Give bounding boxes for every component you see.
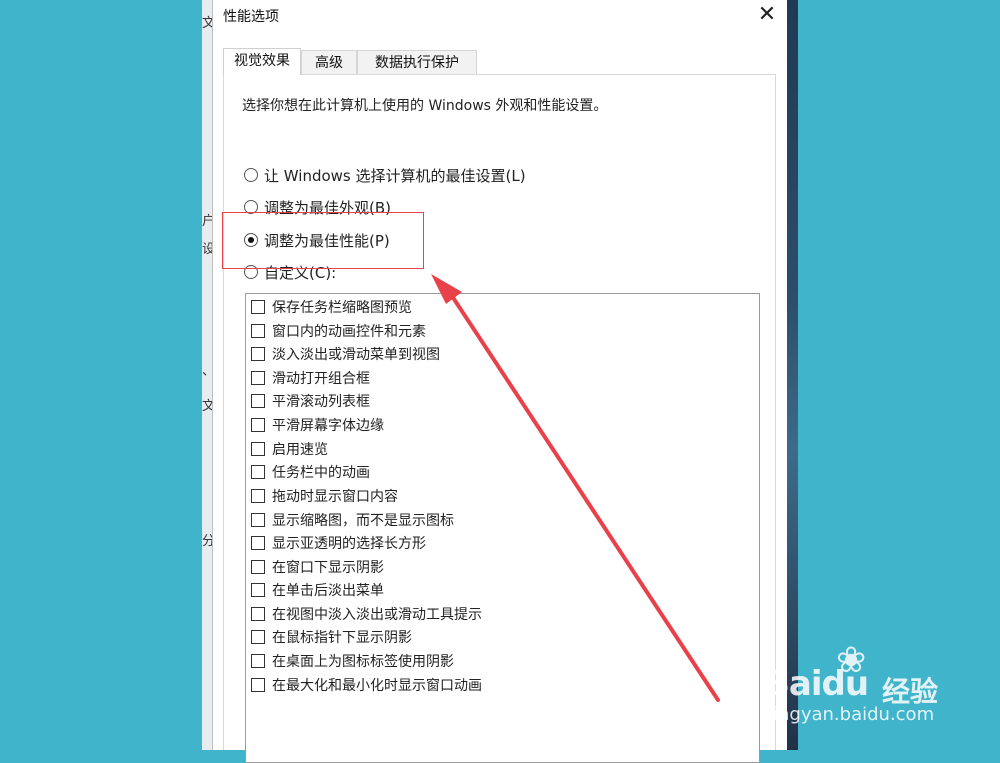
checkbox-label: 在鼠标指针下显示阴影 xyxy=(272,630,412,646)
radio-button-icon[interactable] xyxy=(244,265,258,279)
checkbox-icon[interactable] xyxy=(251,678,265,692)
baidu-jingyan-watermark: ❀ Baidu 经验 jingyan.baidu.com xyxy=(764,640,964,730)
checkbox-icon[interactable] xyxy=(251,394,265,408)
checkbox-icon[interactable] xyxy=(251,630,265,644)
checkbox-label: 显示亚透明的选择长方形 xyxy=(272,536,426,552)
checkbox-label: 滑动打开组合框 xyxy=(272,371,370,387)
checkbox-icon[interactable] xyxy=(251,324,265,338)
checkbox-label: 显示缩略图，而不是显示图标 xyxy=(272,513,454,529)
list-item[interactable]: 显示缩略图，而不是显示图标 xyxy=(251,510,454,530)
list-item[interactable]: 在视图中淡入淡出或滑动工具提示 xyxy=(251,604,482,624)
background-desktop-strip xyxy=(786,0,798,750)
list-item[interactable]: 窗口内的动画控件和元素 xyxy=(251,321,426,341)
checkbox-label: 保存任务栏缩略图预览 xyxy=(272,300,412,316)
checkbox-label: 淡入淡出或滑动菜单到视图 xyxy=(272,347,440,363)
panel-description: 选择你想在此计算机上使用的 Windows 外观和性能设置。 xyxy=(242,98,608,114)
checkbox-label: 平滑滚动列表框 xyxy=(272,394,370,410)
checkbox-icon[interactable] xyxy=(251,418,265,432)
radio-best-appearance[interactable]: 调整为最佳外观(B) xyxy=(244,196,391,218)
checkbox-icon[interactable] xyxy=(251,300,265,314)
list-item[interactable]: 在单击后淡出菜单 xyxy=(251,580,384,600)
radio-button-icon[interactable] xyxy=(244,168,258,182)
checkbox-label: 窗口内的动画控件和元素 xyxy=(272,324,426,340)
dialog-title: 性能选项 xyxy=(223,9,279,25)
checkbox-label: 在桌面上为图标标签使用阴影 xyxy=(272,654,454,670)
checkbox-icon[interactable] xyxy=(251,347,265,361)
list-item[interactable]: 滑动打开组合框 xyxy=(251,368,370,388)
checkbox-label: 在单击后淡出菜单 xyxy=(272,583,384,599)
watermark-brand: Baidu xyxy=(764,664,869,704)
close-icon[interactable]: ✕ xyxy=(753,2,781,28)
checkbox-label: 拖动时显示窗口内容 xyxy=(272,489,398,505)
checkbox-label: 启用速览 xyxy=(272,442,328,458)
list-item[interactable]: 在鼠标指针下显示阴影 xyxy=(251,627,412,647)
radio-let-windows-choose[interactable]: 让 Windows 选择计算机的最佳设置(L) xyxy=(244,164,526,186)
list-item[interactable]: 淡入淡出或滑动菜单到视图 xyxy=(251,344,440,364)
checkbox-icon[interactable] xyxy=(251,560,265,574)
radio-button-icon[interactable] xyxy=(244,200,258,214)
checkbox-label: 在视图中淡入淡出或滑动工具提示 xyxy=(272,607,482,623)
checkbox-icon[interactable] xyxy=(251,536,265,550)
checkbox-icon[interactable] xyxy=(251,371,265,385)
radio-best-performance[interactable]: 调整为最佳性能(P) xyxy=(244,229,390,251)
tab-visual-effects[interactable]: 视觉效果 xyxy=(223,48,301,75)
checkbox-label: 在窗口下显示阴影 xyxy=(272,560,384,576)
checkbox-icon[interactable] xyxy=(251,465,265,479)
checkbox-icon[interactable] xyxy=(251,583,265,597)
list-item[interactable]: 平滑滚动列表框 xyxy=(251,391,370,411)
list-item[interactable]: 在窗口下显示阴影 xyxy=(251,557,384,577)
visual-effects-panel: 选择你想在此计算机上使用的 Windows 外观和性能设置。 让 Windows… xyxy=(223,74,776,763)
checkbox-icon[interactable] xyxy=(251,513,265,527)
list-item[interactable]: 在最大化和最小化时显示窗口动画 xyxy=(251,675,482,695)
list-item[interactable]: 在桌面上为图标标签使用阴影 xyxy=(251,651,454,671)
checkbox-icon[interactable] xyxy=(251,442,265,456)
radio-button-icon[interactable] xyxy=(244,233,258,247)
checkbox-icon[interactable] xyxy=(251,654,265,668)
checkbox-label: 在最大化和最小化时显示窗口动画 xyxy=(272,678,482,694)
radio-label: 调整为最佳外观(B) xyxy=(264,198,391,217)
tab-data-execution-prevention[interactable]: 数据执行保护 xyxy=(357,50,477,74)
watermark-url: jingyan.baidu.com xyxy=(768,704,935,725)
list-item[interactable]: 平滑屏幕字体边缘 xyxy=(251,415,384,435)
checkbox-icon[interactable] xyxy=(251,489,265,503)
checkbox-icon[interactable] xyxy=(251,607,265,621)
checkbox-label: 平滑屏幕字体边缘 xyxy=(272,418,384,434)
list-item[interactable]: 任务栏中的动画 xyxy=(251,462,370,482)
tab-advanced[interactable]: 高级 xyxy=(301,50,357,74)
radio-label: 自定义(C): xyxy=(264,263,337,282)
list-item[interactable]: 拖动时显示窗口内容 xyxy=(251,486,398,506)
list-item[interactable]: 显示亚透明的选择长方形 xyxy=(251,533,426,553)
radio-label: 让 Windows 选择计算机的最佳设置(L) xyxy=(264,166,526,185)
effects-checklist[interactable]: 保存任务栏缩略图预览 窗口内的动画控件和元素 淡入淡出或滑动菜单到视图 滑动打开… xyxy=(245,293,760,763)
list-item[interactable]: 保存任务栏缩略图预览 xyxy=(251,297,412,317)
list-item[interactable]: 启用速览 xyxy=(251,439,328,459)
checkbox-label: 任务栏中的动画 xyxy=(272,465,370,481)
radio-custom[interactable]: 自定义(C): xyxy=(244,261,336,283)
radio-label: 调整为最佳性能(P) xyxy=(264,231,390,250)
performance-options-dialog: 性能选项 ✕ 视觉效果 高级 数据执行保护 选择你想在此计算机上使用的 Wind… xyxy=(212,0,787,763)
